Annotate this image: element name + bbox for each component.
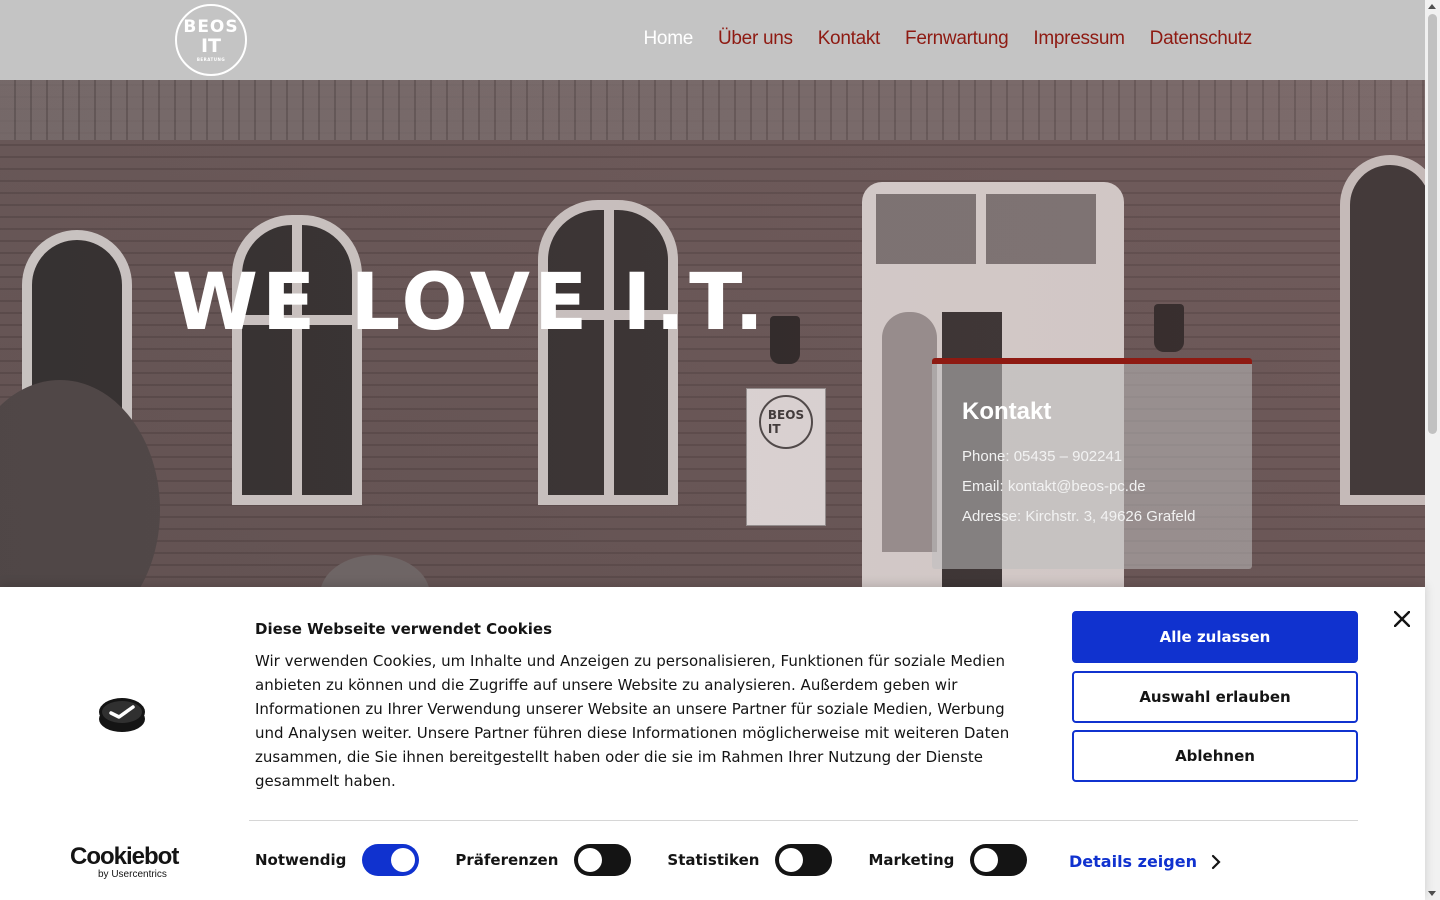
show-details-link[interactable]: Details zeigen <box>1069 852 1221 871</box>
main-nav: Home Über uns Kontakt Fernwartung Impres… <box>644 28 1253 50</box>
nav-datenschutz[interactable]: Datenschutz <box>1150 28 1253 50</box>
cookiebot-brand-logo[interactable]: Cookiebot by Usercentrics <box>70 845 179 881</box>
cookie-description: Wir verwenden Cookies, um Inhalte und An… <box>255 652 1010 790</box>
toggle-marketing: Marketing <box>868 844 1028 876</box>
close-icon[interactable] <box>1390 607 1414 631</box>
cookie-consent-banner: Diese Webseite verwendet Cookies Wir ver… <box>0 587 1425 900</box>
allow-all-button[interactable]: Alle zulassen <box>1072 611 1358 663</box>
hero-title: WE LOVE I.T. <box>172 258 769 348</box>
decline-button[interactable]: Ablehnen <box>1072 730 1358 782</box>
divider <box>249 820 1358 821</box>
cookie-title: Diese Webseite verwendet Cookies <box>255 620 553 638</box>
site-header: BEOS IT BERATUNG Home Über uns Kontakt F… <box>0 0 1425 80</box>
site-logo[interactable]: BEOS IT BERATUNG <box>175 4 247 76</box>
page-scrollbar[interactable] <box>1425 0 1440 900</box>
nav-fernwartung[interactable]: Fernwartung <box>905 28 1009 50</box>
toggle-necessary: Notwendig <box>255 844 420 876</box>
toggle-switch-statistics[interactable] <box>775 844 833 876</box>
chevron-right-icon <box>1211 854 1221 869</box>
contact-email: Email: kontakt@beos-pc.de <box>962 478 1146 495</box>
allow-selection-button[interactable]: Auswahl erlauben <box>1072 671 1358 723</box>
scroll-up-arrow-icon[interactable] <box>1428 4 1436 9</box>
cookiebot-icon <box>99 698 145 732</box>
scroll-down-arrow-icon[interactable] <box>1428 891 1436 896</box>
nav-impressum[interactable]: Impressum <box>1033 28 1125 50</box>
toggle-statistics: Statistiken <box>667 844 833 876</box>
toggle-preferences: Präferenzen <box>455 844 632 876</box>
consent-toggles: Notwendig Präferenzen Statistiken Market… <box>255 844 1063 876</box>
toggle-switch-necessary[interactable] <box>362 844 420 876</box>
contact-phone: Phone: 05435 – 902241 <box>962 448 1123 465</box>
contact-title: Kontakt <box>962 398 1052 425</box>
toggle-switch-preferences[interactable] <box>574 844 632 876</box>
contact-address: Adresse: Kirchstr. 3, 49626 Grafeld <box>962 508 1196 525</box>
contact-card: Kontakt Phone: 05435 – 902241 Email: kon… <box>932 358 1252 569</box>
toggle-switch-marketing[interactable] <box>970 844 1028 876</box>
nav-kontakt[interactable]: Kontakt <box>818 28 881 50</box>
nav-home[interactable]: Home <box>644 28 694 50</box>
scrollbar-thumb[interactable] <box>1428 14 1437 434</box>
nav-ueber-uns[interactable]: Über uns <box>718 28 793 50</box>
